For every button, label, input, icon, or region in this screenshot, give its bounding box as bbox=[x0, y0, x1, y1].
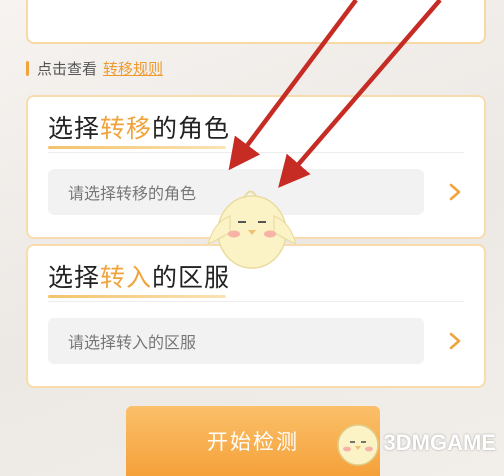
role-select-placeholder: 请选择转移的角色 bbox=[68, 184, 197, 203]
chevron-right-icon[interactable] bbox=[444, 330, 466, 352]
transfer-rules-hint: 点击查看 转移规则 bbox=[26, 58, 163, 79]
transfer-rules-link[interactable]: 转移规则 bbox=[103, 58, 163, 79]
mascot-chick bbox=[207, 190, 297, 269]
divider bbox=[48, 152, 464, 153]
chevron-right-icon[interactable] bbox=[444, 181, 466, 203]
server-select-field[interactable]: 请选择转入的区服 bbox=[48, 318, 424, 364]
hint-accent-bar bbox=[26, 60, 29, 76]
3dm-logo: 3DMGAME bbox=[332, 418, 496, 468]
previous-card bbox=[26, 0, 486, 44]
watermark-chick-icon bbox=[336, 424, 379, 466]
hint-text: 点击查看 bbox=[37, 59, 98, 78]
server-select-placeholder: 请选择转入的区服 bbox=[68, 333, 197, 352]
watermark-text: 3DMGAME bbox=[383, 430, 496, 455]
title-underline bbox=[48, 295, 226, 298]
role-card-title: 选择转移的角色 bbox=[48, 114, 231, 143]
title-underline bbox=[48, 146, 226, 149]
divider bbox=[48, 301, 464, 302]
